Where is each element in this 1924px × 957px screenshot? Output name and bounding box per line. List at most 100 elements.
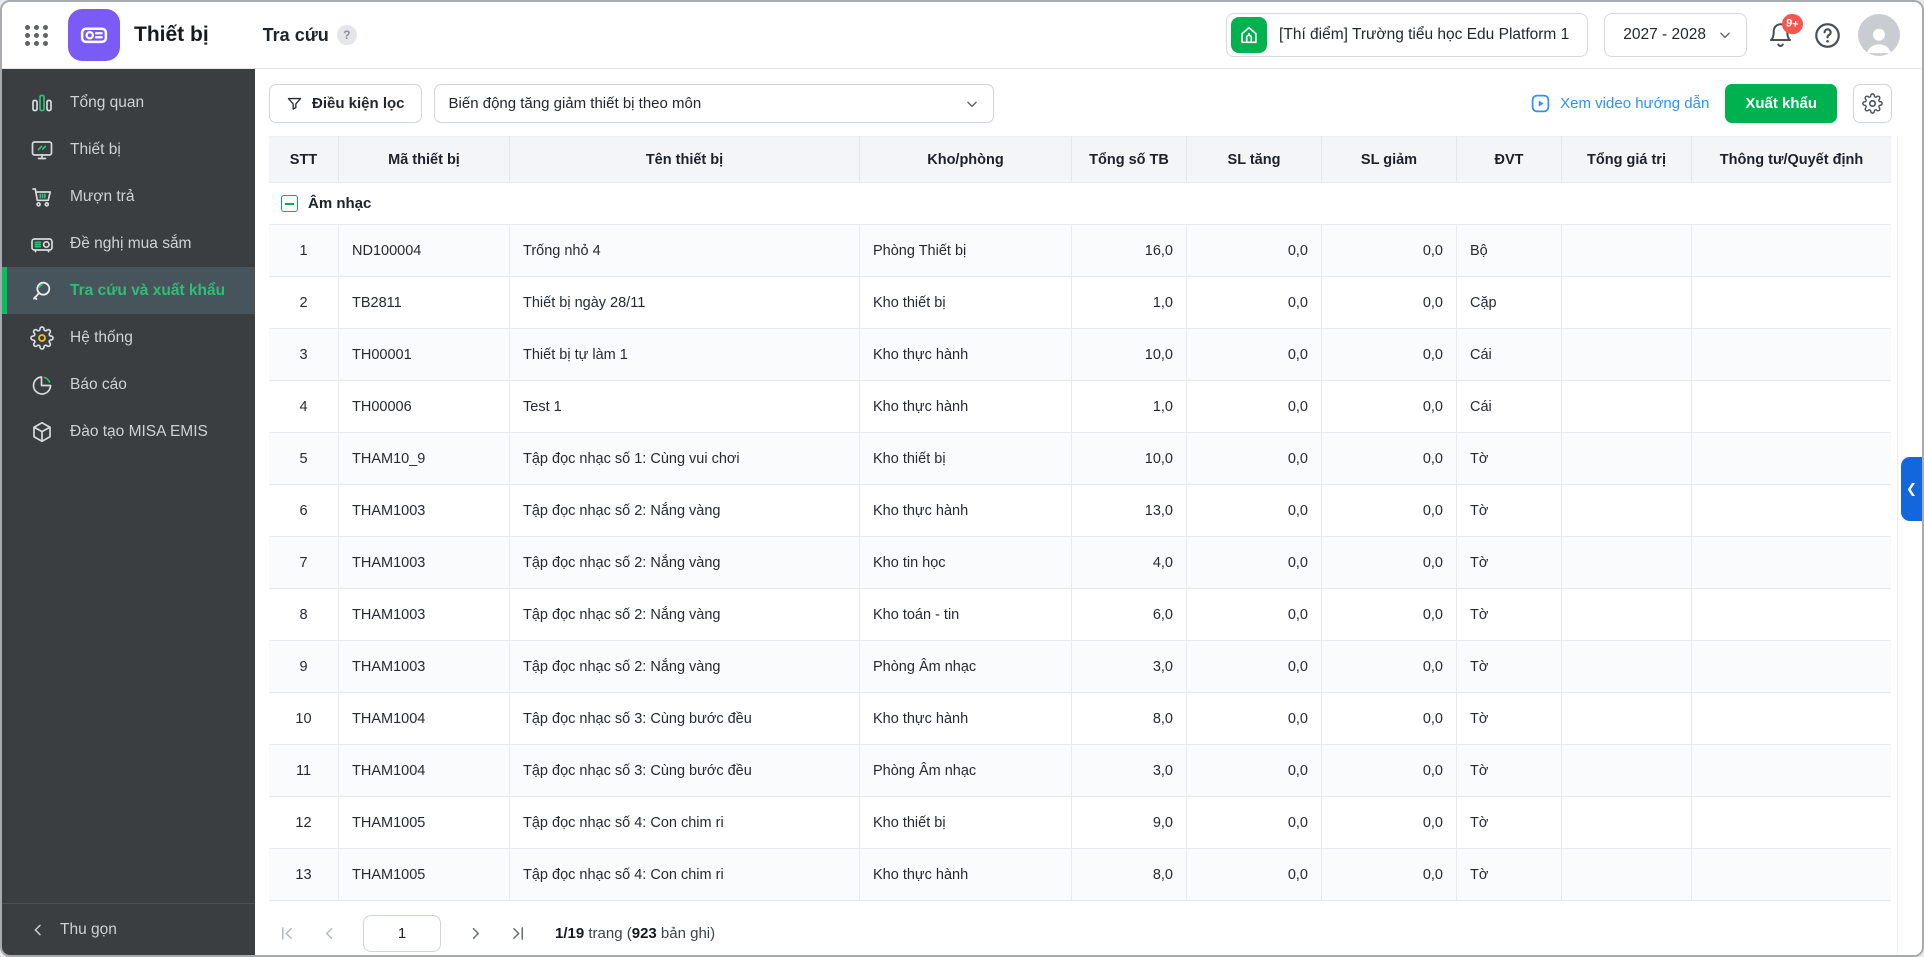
table-row[interactable]: 12 THAM1005 Tập đọc nhạc số 4: Con chim ri… [269, 796, 1891, 848]
table-body: 1 ND100004 Trống nhỏ 4 Phòng Thiết bị 16,0 0,… [269, 224, 1891, 900]
app-title: Thiết bị [134, 23, 209, 46]
table-cell: 0,0 [1187, 589, 1322, 640]
table-cell: THAM1003 [339, 485, 510, 536]
last-page-button[interactable] [501, 918, 533, 950]
search-icon [30, 279, 54, 303]
column-header: Mã thiết bị [339, 136, 510, 182]
table-cell: 0,0 [1187, 225, 1322, 276]
table-cell: THAM1004 [339, 693, 510, 744]
table-settings-button[interactable] [1853, 84, 1892, 123]
school-selector[interactable]: [Thí điểm] Trường tiểu học Edu Platform … [1226, 13, 1589, 57]
table-row[interactable]: 11 THAM1004 Tập đọc nhạc số 3: Cùng bước đ… [269, 744, 1891, 796]
table-cell: Tờ [1457, 693, 1562, 744]
table-cell: 1,0 [1072, 277, 1187, 328]
table-cell: 0,0 [1322, 433, 1457, 484]
table-cell: 8 [269, 589, 339, 640]
sidebar: Tổng quan Thiết bị Mượn trả Đề nghị mua sắm… [2, 69, 255, 955]
filter-button[interactable]: Điều kiện lọc [269, 84, 422, 123]
table-cell: Cái [1457, 381, 1562, 432]
cart-icon [30, 185, 54, 209]
sidebar-item-gear[interactable]: Hệ thống [2, 314, 255, 361]
sidebar-collapse-button[interactable]: Thu gọn [2, 903, 255, 955]
table-cell: Thiết bị ngày 28/11 [510, 277, 860, 328]
user-avatar[interactable] [1858, 14, 1900, 56]
filter-button-label: Điều kiện lọc [312, 95, 405, 112]
table-cell: 3,0 [1072, 641, 1187, 692]
table-cell [1562, 381, 1692, 432]
table-cell: 0,0 [1187, 745, 1322, 796]
table-cell: Kho tin học [860, 537, 1072, 588]
table-cell [1692, 485, 1891, 536]
sidebar-item-chart-bars[interactable]: Tổng quan [2, 79, 255, 126]
table-row[interactable]: 4 TH00006 Test 1 Kho thực hành 1,0 0,0 0,0 Cái [269, 380, 1891, 432]
table-row[interactable]: 13 THAM1005 Tập đọc nhạc số 4: Con chim ri… [269, 848, 1891, 900]
table-cell: Thiết bị tự làm 1 [510, 329, 860, 380]
school-year-dropdown[interactable]: 2027 - 2028 [1604, 13, 1747, 57]
table-cell: 12 [269, 797, 339, 848]
table-cell: 6,0 [1072, 589, 1187, 640]
prev-page-button[interactable] [313, 918, 345, 950]
notifications-button[interactable]: 9+ [1763, 12, 1805, 52]
table-cell: TH00006 [339, 381, 510, 432]
sidebar-item-label: Đề nghị mua sắm [70, 234, 192, 252]
sidebar-item-cube[interactable]: Đào tạo MISA EMIS [2, 408, 255, 455]
table-row[interactable]: 3 TH00001 Thiết bị tự làm 1 Kho thực hành 10… [269, 328, 1891, 380]
app-logo-projector-icon[interactable] [68, 9, 120, 61]
sidebar-item-cart[interactable]: Mượn trả [2, 173, 255, 220]
table-row[interactable]: 9 THAM1003 Tập đọc nhạc số 2: Nắng vàng Phò… [269, 640, 1891, 692]
gear-icon [30, 325, 54, 350]
export-button[interactable]: Xuất khẩu [1725, 84, 1837, 123]
school-name: [Thí điểm] Trường tiểu học Edu Platform … [1279, 26, 1570, 43]
table-row[interactable]: 10 THAM1004 Tập đọc nhạc số 3: Cùng bước đ… [269, 692, 1891, 744]
table-cell: Kho thực hành [860, 381, 1072, 432]
sidebar-item-projector[interactable]: Đề nghị mua sắm [2, 220, 255, 267]
table-cell: 10,0 [1072, 329, 1187, 380]
sidebar-item-label: Báo cáo [70, 375, 127, 393]
table-cell: 0,0 [1187, 537, 1322, 588]
table-cell: Kho thực hành [860, 485, 1072, 536]
table-cell: 0,0 [1187, 693, 1322, 744]
gear-icon [1862, 93, 1883, 114]
table-cell: Tờ [1457, 485, 1562, 536]
column-header: STT [269, 136, 339, 182]
group-row-am-nhac[interactable]: Âm nhạc [269, 182, 1891, 224]
sidebar-item-search[interactable]: Tra cứu và xuất khẩu [2, 267, 255, 314]
pagination: 1/19 trang (923 bản ghi) [271, 915, 1922, 952]
next-page-button[interactable] [459, 918, 491, 950]
table-cell: 1,0 [1072, 381, 1187, 432]
table-cell [1692, 693, 1891, 744]
table-row[interactable]: 1 ND100004 Trống nhỏ 4 Phòng Thiết bị 16,0 0,… [269, 224, 1891, 276]
table-cell: ND100004 [339, 225, 510, 276]
question-circle-icon [1815, 22, 1840, 48]
table-cell: Kho toán - tin [860, 589, 1072, 640]
side-panel-toggle-handle[interactable]: ❮ [1901, 457, 1922, 521]
report-type-select[interactable]: Biến động tăng giảm thiết bị theo môn [433, 84, 994, 123]
table-cell: 16,0 [1072, 225, 1187, 276]
sidebar-item-label: Tổng quan [70, 93, 145, 111]
report-type-value: Biến động tăng giảm thiết bị theo môn [448, 95, 702, 112]
app-window: Thiết bị Tra cứu ? [Thí điểm] Trường tiể… [0, 0, 1924, 957]
table-row[interactable]: 5 THAM10_9 Tập đọc nhạc số 1: Cùng vui chơ… [269, 432, 1891, 484]
table-cell: 0,0 [1187, 797, 1322, 848]
table-row[interactable]: 7 THAM1003 Tập đọc nhạc số 2: Nắng vàng Kho… [269, 536, 1891, 588]
sidebar-item-monitor[interactable]: Thiết bị [2, 126, 255, 173]
sidebar-menu: Tổng quan Thiết bị Mượn trả Đề nghị mua sắm… [2, 69, 255, 455]
table-cell: Kho thiết bị [860, 433, 1072, 484]
page-title: Tra cứu [262, 24, 329, 45]
table-cell [1562, 433, 1692, 484]
sidebar-item-pie[interactable]: Báo cáo [2, 361, 255, 408]
page-help-icon[interactable]: ? [336, 25, 357, 45]
first-page-button[interactable] [271, 918, 303, 950]
person-icon [1866, 28, 1892, 54]
table-row[interactable]: 8 THAM1003 Tập đọc nhạc số 2: Nắng vàng Kho… [269, 588, 1891, 640]
page-number-input[interactable] [363, 915, 441, 952]
table-cell: Kho thực hành [860, 329, 1072, 380]
table-row[interactable]: 6 THAM1003 Tập đọc nhạc số 2: Nắng vàng Kho… [269, 484, 1891, 536]
app-launcher-grid-icon[interactable] [20, 18, 54, 52]
video-guide-link[interactable]: Xem video hướng dẫn [1530, 93, 1709, 114]
collapse-group-icon[interactable] [281, 195, 298, 212]
table-row[interactable]: 2 TB2811 Thiết bị ngày 28/11 Kho thiết bị 1,… [269, 276, 1891, 328]
table-cell: 0,0 [1322, 849, 1457, 900]
table-cell: Tập đọc nhạc số 4: Con chim ri [510, 797, 860, 848]
help-button[interactable] [1813, 21, 1842, 50]
